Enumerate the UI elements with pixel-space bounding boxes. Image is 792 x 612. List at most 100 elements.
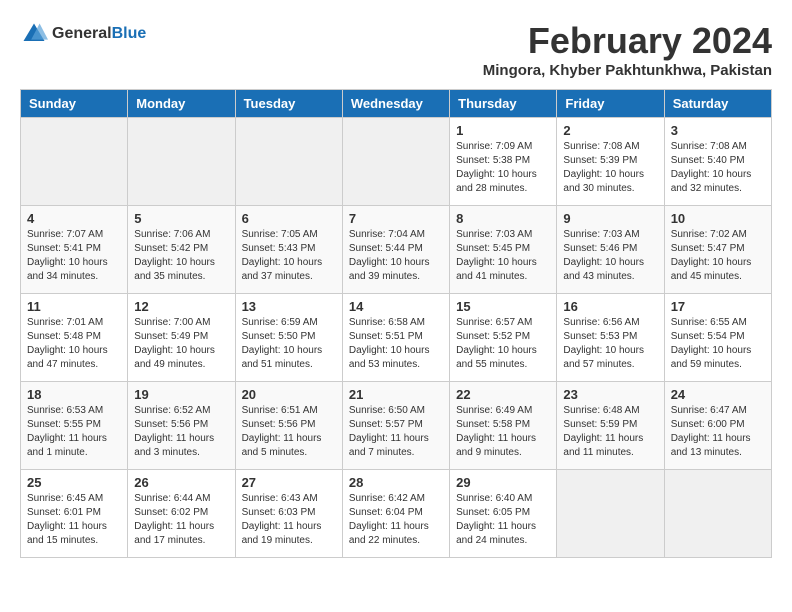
day-number: 21: [349, 387, 443, 402]
day-info: Sunrise: 7:01 AMSunset: 5:48 PMDaylight:…: [27, 316, 121, 372]
day-info: Sunrise: 6:49 AMSunset: 5:58 PMDaylight:…: [456, 404, 550, 460]
week-row-2: 4 Sunrise: 7:07 AMSunset: 5:41 PMDaylight…: [21, 206, 772, 294]
day-cell: 22 Sunrise: 6:49 AMSunset: 5:58 PMDayligh…: [450, 382, 557, 470]
day-cell: 2 Sunrise: 7:08 AMSunset: 5:39 PMDaylight…: [557, 118, 664, 206]
day-cell: 18 Sunrise: 6:53 AMSunset: 5:55 PMDayligh…: [21, 382, 128, 470]
day-cell: [21, 118, 128, 206]
day-number: 25: [27, 475, 121, 490]
day-info: Sunrise: 6:40 AMSunset: 6:05 PMDaylight:…: [456, 492, 550, 548]
day-cell: [235, 118, 342, 206]
day-number: 16: [563, 299, 657, 314]
day-cell: 14 Sunrise: 6:58 AMSunset: 5:51 PMDayligh…: [342, 294, 449, 382]
day-info: Sunrise: 6:56 AMSunset: 5:53 PMDaylight:…: [563, 316, 657, 372]
day-info: Sunrise: 7:06 AMSunset: 5:42 PMDaylight:…: [134, 228, 228, 284]
day-cell: 29 Sunrise: 6:40 AMSunset: 6:05 PMDayligh…: [450, 470, 557, 558]
day-number: 9: [563, 211, 657, 226]
day-cell: [128, 118, 235, 206]
day-number: 15: [456, 299, 550, 314]
day-info: Sunrise: 6:58 AMSunset: 5:51 PMDaylight:…: [349, 316, 443, 372]
day-number: 12: [134, 299, 228, 314]
column-header-saturday: Saturday: [664, 90, 771, 118]
day-info: Sunrise: 7:03 AMSunset: 5:45 PMDaylight:…: [456, 228, 550, 284]
day-info: Sunrise: 7:09 AMSunset: 5:38 PMDaylight:…: [456, 140, 550, 196]
day-info: Sunrise: 6:50 AMSunset: 5:57 PMDaylight:…: [349, 404, 443, 460]
day-info: Sunrise: 7:07 AMSunset: 5:41 PMDaylight:…: [27, 228, 121, 284]
day-number: 14: [349, 299, 443, 314]
day-number: 18: [27, 387, 121, 402]
column-header-monday: Monday: [128, 90, 235, 118]
calendar-table: SundayMondayTuesdayWednesdayThursdayFrid…: [20, 89, 772, 558]
day-cell: 9 Sunrise: 7:03 AMSunset: 5:46 PMDaylight…: [557, 206, 664, 294]
day-info: Sunrise: 6:51 AMSunset: 5:56 PMDaylight:…: [242, 404, 336, 460]
column-header-friday: Friday: [557, 90, 664, 118]
day-cell: 28 Sunrise: 6:42 AMSunset: 6:04 PMDayligh…: [342, 470, 449, 558]
week-row-5: 25 Sunrise: 6:45 AMSunset: 6:01 PMDayligh…: [21, 470, 772, 558]
day-info: Sunrise: 6:44 AMSunset: 6:02 PMDaylight:…: [134, 492, 228, 548]
logo-general: GeneralBlue: [52, 25, 146, 43]
main-title: February 2024: [483, 20, 772, 62]
day-cell: 13 Sunrise: 6:59 AMSunset: 5:50 PMDayligh…: [235, 294, 342, 382]
day-number: 3: [671, 123, 765, 138]
day-info: Sunrise: 6:45 AMSunset: 6:01 PMDaylight:…: [27, 492, 121, 548]
day-info: Sunrise: 7:02 AMSunset: 5:47 PMDaylight:…: [671, 228, 765, 284]
day-info: Sunrise: 7:08 AMSunset: 5:39 PMDaylight:…: [563, 140, 657, 196]
day-number: 5: [134, 211, 228, 226]
day-info: Sunrise: 6:53 AMSunset: 5:55 PMDaylight:…: [27, 404, 121, 460]
day-cell: 24Sunrise: 6:47 AMSunset: 6:00 PMDayligh…: [664, 382, 771, 470]
day-number: 13: [242, 299, 336, 314]
day-info: Sunrise: 6:57 AMSunset: 5:52 PMDaylight:…: [456, 316, 550, 372]
column-header-wednesday: Wednesday: [342, 90, 449, 118]
day-info: Sunrise: 6:59 AMSunset: 5:50 PMDaylight:…: [242, 316, 336, 372]
column-header-sunday: Sunday: [21, 90, 128, 118]
calendar-header-row: SundayMondayTuesdayWednesdayThursdayFrid…: [21, 90, 772, 118]
day-cell: 23Sunrise: 6:48 AMSunset: 5:59 PMDayligh…: [557, 382, 664, 470]
calendar-body: 1 Sunrise: 7:09 AMSunset: 5:38 PMDaylight…: [21, 118, 772, 558]
week-row-3: 11 Sunrise: 7:01 AMSunset: 5:48 PMDayligh…: [21, 294, 772, 382]
day-number: 10: [671, 211, 765, 226]
logo: GeneralBlue: [20, 20, 146, 48]
day-cell: 16 Sunrise: 6:56 AMSunset: 5:53 PMDayligh…: [557, 294, 664, 382]
day-info: Sunrise: 6:48 AMSunset: 5:59 PMDaylight:…: [563, 404, 657, 460]
day-number: 29: [456, 475, 550, 490]
day-number: 26: [134, 475, 228, 490]
day-cell: 26 Sunrise: 6:44 AMSunset: 6:02 PMDayligh…: [128, 470, 235, 558]
page-header: GeneralBlue February 2024 Mingora, Khybe…: [20, 20, 772, 79]
day-number: 8: [456, 211, 550, 226]
day-info: Sunrise: 7:00 AMSunset: 5:49 PMDaylight:…: [134, 316, 228, 372]
day-cell: 20Sunrise: 6:51 AMSunset: 5:56 PMDayligh…: [235, 382, 342, 470]
day-info: Sunrise: 6:43 AMSunset: 6:03 PMDaylight:…: [242, 492, 336, 548]
day-cell: 21 Sunrise: 6:50 AMSunset: 5:57 PMDayligh…: [342, 382, 449, 470]
day-info: Sunrise: 6:55 AMSunset: 5:54 PMDaylight:…: [671, 316, 765, 372]
week-row-1: 1 Sunrise: 7:09 AMSunset: 5:38 PMDaylight…: [21, 118, 772, 206]
day-number: 11: [27, 299, 121, 314]
day-number: 1: [456, 123, 550, 138]
day-number: 4: [27, 211, 121, 226]
day-info: Sunrise: 7:04 AMSunset: 5:44 PMDaylight:…: [349, 228, 443, 284]
day-number: 17: [671, 299, 765, 314]
day-cell: 27 Sunrise: 6:43 AMSunset: 6:03 PMDayligh…: [235, 470, 342, 558]
day-cell: 19 Sunrise: 6:52 AMSunset: 5:56 PMDayligh…: [128, 382, 235, 470]
day-number: 24: [671, 387, 765, 402]
day-number: 19: [134, 387, 228, 402]
day-cell: 5 Sunrise: 7:06 AMSunset: 5:42 PMDaylight…: [128, 206, 235, 294]
week-row-4: 18 Sunrise: 6:53 AMSunset: 5:55 PMDayligh…: [21, 382, 772, 470]
day-cell: 17 Sunrise: 6:55 AMSunset: 5:54 PMDayligh…: [664, 294, 771, 382]
day-cell: [342, 118, 449, 206]
day-number: 27: [242, 475, 336, 490]
title-area: February 2024 Mingora, Khyber Pakhtunkhw…: [483, 20, 772, 79]
column-header-tuesday: Tuesday: [235, 90, 342, 118]
day-cell: 10 Sunrise: 7:02 AMSunset: 5:47 PMDayligh…: [664, 206, 771, 294]
day-cell: 8 Sunrise: 7:03 AMSunset: 5:45 PMDaylight…: [450, 206, 557, 294]
day-cell: 7 Sunrise: 7:04 AMSunset: 5:44 PMDaylight…: [342, 206, 449, 294]
day-number: 28: [349, 475, 443, 490]
day-info: Sunrise: 7:03 AMSunset: 5:46 PMDaylight:…: [563, 228, 657, 284]
day-number: 7: [349, 211, 443, 226]
day-info: Sunrise: 6:42 AMSunset: 6:04 PMDaylight:…: [349, 492, 443, 548]
day-cell: 4 Sunrise: 7:07 AMSunset: 5:41 PMDaylight…: [21, 206, 128, 294]
day-cell: 3Sunrise: 7:08 AMSunset: 5:40 PMDaylight…: [664, 118, 771, 206]
day-info: Sunrise: 6:52 AMSunset: 5:56 PMDaylight:…: [134, 404, 228, 460]
day-number: 2: [563, 123, 657, 138]
day-number: 22: [456, 387, 550, 402]
day-cell: [557, 470, 664, 558]
column-header-thursday: Thursday: [450, 90, 557, 118]
